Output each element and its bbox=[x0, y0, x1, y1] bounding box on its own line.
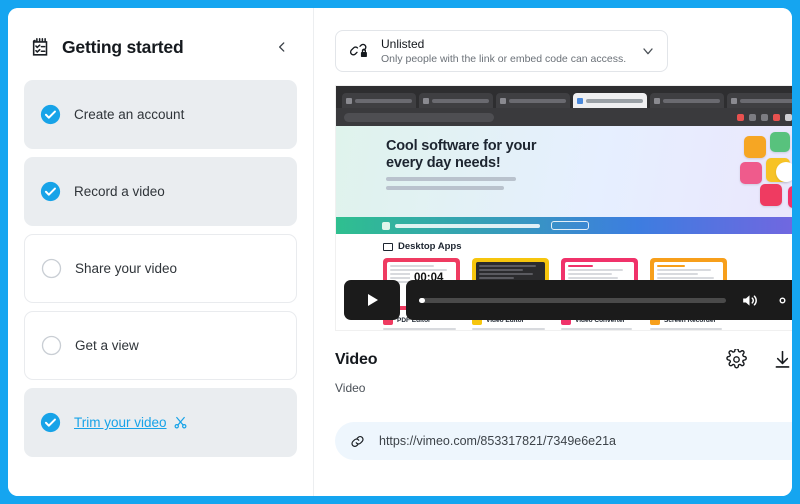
gear-icon[interactable] bbox=[726, 349, 747, 370]
panel-header: Getting started bbox=[24, 30, 297, 64]
page-title: Getting started bbox=[62, 36, 184, 57]
step-get-a-view[interactable]: Get a view bbox=[24, 311, 297, 380]
app-window: Getting started Create an account Record… bbox=[8, 8, 792, 496]
player-control-bar bbox=[406, 280, 792, 320]
player-controls bbox=[336, 278, 792, 330]
video-player[interactable]: Cool software for your every day needs! bbox=[335, 85, 792, 331]
browser-toolbar-icons bbox=[737, 113, 792, 121]
browser-tab bbox=[727, 93, 792, 108]
step-create-an-account[interactable]: Create an account bbox=[24, 80, 297, 149]
desktop-apps-heading: Desktop Apps bbox=[383, 241, 792, 252]
video-actions bbox=[726, 349, 792, 370]
download-icon[interactable] bbox=[772, 349, 792, 370]
privacy-value: Unlisted bbox=[381, 36, 425, 51]
scissors-icon bbox=[173, 415, 188, 430]
browser-tab-active bbox=[573, 93, 647, 108]
circle-empty-icon bbox=[41, 335, 62, 356]
hero-text-line bbox=[386, 177, 516, 181]
browser-tab bbox=[342, 93, 416, 108]
privacy-dropdown[interactable]: Unlisted Only people with the link or em… bbox=[335, 30, 668, 72]
step-label: Create an account bbox=[74, 107, 185, 122]
browser-url-bar bbox=[336, 108, 792, 126]
volume-icon[interactable] bbox=[740, 291, 759, 310]
monitor-icon bbox=[383, 242, 393, 251]
privacy-texts: Unlisted Only people with the link or em… bbox=[381, 37, 628, 66]
hero-title-line1: Cool software for your bbox=[386, 138, 537, 154]
step-record-a-video[interactable]: Record a video bbox=[24, 157, 297, 226]
chain-icon bbox=[349, 433, 366, 450]
browser-tab bbox=[419, 93, 493, 108]
browser-tabstrip bbox=[336, 86, 792, 108]
chevron-down-icon bbox=[640, 43, 656, 59]
app-icons-cluster bbox=[740, 132, 792, 210]
desktop-apps-title: Desktop Apps bbox=[398, 241, 462, 252]
steps-list: Create an account Record a video Share y… bbox=[24, 80, 297, 457]
promo-bar bbox=[336, 217, 792, 234]
privacy-description: Only people with the link or embed code … bbox=[381, 52, 627, 65]
step-label: Share your video bbox=[75, 261, 178, 276]
link-lock-icon bbox=[349, 41, 369, 61]
step-label: Get a view bbox=[75, 338, 139, 353]
browser-tab bbox=[496, 93, 570, 108]
step-trim-your-video[interactable]: Trim your video bbox=[24, 388, 297, 457]
url-field bbox=[344, 112, 494, 122]
video-title: Video bbox=[335, 350, 378, 368]
promo-learn-more-button bbox=[551, 221, 589, 230]
hero-banner: Cool software for your every day needs! bbox=[336, 126, 792, 217]
hero-title-line2: every day needs! bbox=[386, 155, 501, 171]
progress-bar[interactable] bbox=[419, 297, 726, 303]
promo-text bbox=[395, 223, 540, 228]
rocket-icon bbox=[382, 221, 390, 230]
step-share-your-video[interactable]: Share your video bbox=[24, 234, 297, 303]
step-label[interactable]: Trim your video bbox=[74, 415, 167, 430]
check-filled-icon bbox=[40, 181, 61, 202]
gear-icon[interactable] bbox=[773, 291, 792, 310]
share-url[interactable]: https://vimeo.com/853317821/7349e6e21a bbox=[379, 434, 616, 448]
getting-started-panel: Getting started Create an account Record… bbox=[8, 8, 314, 496]
check-filled-icon bbox=[40, 412, 61, 433]
share-link-row: https://vimeo.com/853317821/7349e6e21a C… bbox=[335, 422, 792, 460]
hero-text-line bbox=[386, 186, 504, 190]
collapse-panel-button[interactable] bbox=[271, 36, 293, 58]
video-title-row: Video bbox=[335, 349, 792, 370]
check-filled-icon bbox=[40, 104, 61, 125]
circle-empty-icon bbox=[41, 258, 62, 279]
play-icon[interactable] bbox=[344, 280, 400, 320]
step-label-wrap: Trim your video bbox=[74, 415, 188, 430]
step-label: Record a video bbox=[74, 184, 165, 199]
browser-tab bbox=[650, 93, 724, 108]
checklist-icon bbox=[30, 36, 52, 58]
video-subtitle: Video bbox=[335, 381, 366, 395]
panel-top-row: Unlisted Only people with the link or em… bbox=[335, 30, 792, 72]
video-detail-panel: Unlisted Only people with the link or em… bbox=[314, 8, 792, 496]
